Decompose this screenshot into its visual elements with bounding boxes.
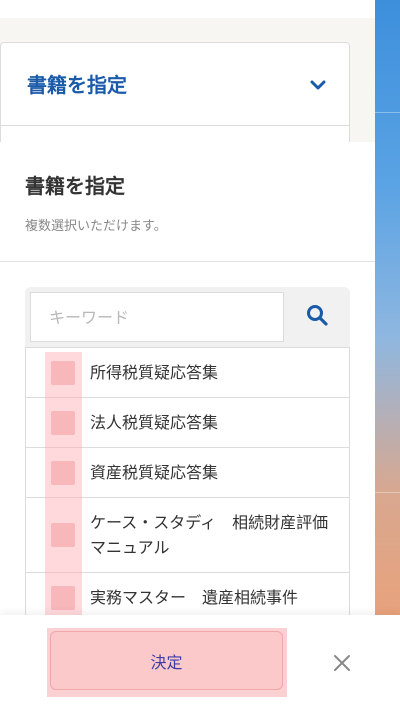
submit-button[interactable]: 決定: [50, 631, 283, 690]
book-list-item[interactable]: ケース・スタディ 相続財産評価マニュアル: [26, 497, 349, 572]
book-label: 所得税質疑応答集: [90, 363, 219, 382]
checkbox[interactable]: [51, 460, 75, 485]
search-input[interactable]: [30, 292, 284, 342]
book-label: 法人税質疑応答集: [90, 413, 219, 432]
book-list-item[interactable]: 資産税質疑応答集: [26, 447, 349, 497]
checkbox[interactable]: [51, 523, 75, 547]
book-select-panel: 書籍を指定 複数選択いただけます。 所得税質疑応答集 法人税質疑応答集 資産税質…: [0, 142, 375, 615]
book-label: 実務マスター 遺産相続事件: [90, 588, 299, 607]
divider: [1, 125, 349, 126]
close-icon[interactable]: [330, 651, 354, 675]
checkbox[interactable]: [51, 360, 75, 385]
search-icon: [306, 304, 328, 330]
book-list: 所得税質疑応答集 法人税質疑応答集 資産税質疑応答集 ケース・スタディ 相続財産…: [25, 347, 350, 615]
book-label: ケース・スタディ 相続財産評価マニュアル: [90, 513, 329, 557]
book-list-item[interactable]: 実務マスター 遺産相続事件: [26, 572, 349, 615]
book-filter-accordion[interactable]: 書籍を指定: [0, 42, 350, 154]
panel-subtitle: 複数選択いただけます。: [25, 219, 167, 234]
submit-highlight: 決定: [47, 628, 287, 697]
footer-bar: 決定: [0, 615, 400, 710]
chevron-down-icon[interactable]: [306, 73, 330, 97]
book-list-item[interactable]: 所得税質疑応答集: [26, 347, 349, 397]
search-button[interactable]: [287, 292, 347, 342]
accordion-title: 書籍を指定: [27, 73, 127, 97]
checkbox[interactable]: [51, 410, 75, 435]
search-box: [25, 287, 350, 347]
top-bar: [0, 0, 375, 18]
background-gradient: [375, 0, 400, 615]
book-label: 資産税質疑応答集: [90, 463, 219, 482]
divider: [0, 261, 375, 262]
checkbox[interactable]: [51, 585, 75, 610]
panel-title: 書籍を指定: [25, 174, 125, 198]
book-list-item[interactable]: 法人税質疑応答集: [26, 397, 349, 447]
